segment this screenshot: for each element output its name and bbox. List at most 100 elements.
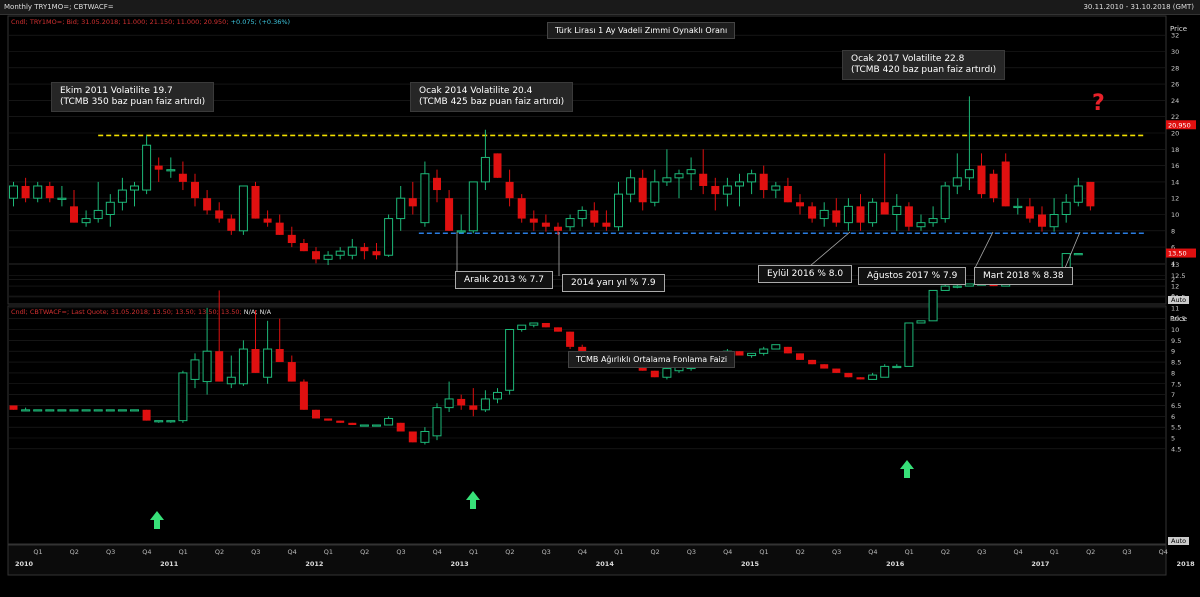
- candle-body-up: [45, 409, 55, 412]
- quarter-label: Q3: [832, 548, 841, 556]
- quarter-label: Q1: [33, 548, 42, 556]
- candle-body-down: [445, 198, 454, 231]
- candle-body-down: [699, 173, 708, 186]
- candle-body-down: [880, 202, 889, 215]
- candle-body-up: [130, 185, 139, 191]
- low-aug-2017: Ağustos 2017 % 7.9: [858, 267, 967, 285]
- candle-body-up: [771, 344, 781, 350]
- candle-body-up: [166, 420, 176, 423]
- candle-body-up: [1049, 214, 1059, 228]
- quarter-label: Q2: [1086, 548, 1095, 556]
- candle-body-down: [1038, 214, 1046, 227]
- quarter-label: Q2: [70, 548, 79, 556]
- y-tick-label: 22: [1171, 113, 1179, 121]
- candle-body-up: [928, 218, 938, 224]
- candle-body-up: [952, 177, 962, 187]
- candle-body-down: [832, 368, 841, 373]
- candle-body-up: [759, 348, 769, 354]
- x-axis: Q1 Q2 Q3 Q4 Q1 Q2 Q3 Q4 Q1 Q2 Q3 Q4 Q1 Q2 Q3 Q4 Q1 Q2 Q3 Q4…: [7, 544, 1195, 576]
- quarter-label: Q2: [796, 548, 805, 556]
- year-label: 2012: [305, 560, 323, 568]
- candle-body-up: [505, 329, 515, 391]
- annotation-line1: Ocak 2014 Volatilite 20.4: [419, 86, 533, 96]
- bottom-quote-suffix: N/A; N/A: [243, 308, 272, 316]
- quarter-label: Q3: [1122, 548, 1131, 556]
- candle-body-up: [662, 368, 672, 378]
- candle-body-up: [1061, 201, 1071, 215]
- candle-body-up: [384, 218, 394, 256]
- candle-body-up: [964, 283, 974, 287]
- candle-body-up: [916, 222, 926, 228]
- y-tick-label: 9.5: [1171, 337, 1181, 345]
- candle-body-up: [940, 285, 950, 291]
- candle-body-up: [93, 409, 103, 412]
- bottom-auto-scale-button[interactable]: Auto: [1168, 537, 1190, 545]
- candle-body-up: [33, 409, 43, 412]
- quarter-label: Q2: [650, 548, 659, 556]
- candle-body-up: [33, 185, 43, 199]
- candle-body-down: [796, 353, 804, 360]
- y-tick-label: 30: [1171, 48, 1179, 56]
- quarter-label: Q1: [469, 548, 478, 556]
- candle-body-up: [614, 193, 623, 228]
- candle-body-up: [892, 205, 902, 216]
- annotation-line2: (TCMB 420 baz puan faiz artırdı): [851, 65, 997, 75]
- candle-body-up: [880, 365, 890, 378]
- candle-body-up: [57, 197, 67, 200]
- bottom-quote-line: Cndl; CBTWACF=; Last Quote; 31.05.2018; …: [11, 308, 271, 316]
- top-quote-change: +0.075; (+0.36%): [230, 18, 291, 26]
- candle-body-up: [9, 185, 18, 199]
- y-tick-label: 7: [1171, 391, 1175, 399]
- candle-body-down: [820, 364, 829, 369]
- low-dec-2013: Aralık 2013 % 7.7: [455, 271, 553, 289]
- y-tick-label: 6: [1171, 413, 1175, 421]
- top-y-axis: Price0246810121416182022242628303220.950: [1166, 25, 1196, 301]
- top-auto-scale-button[interactable]: Auto: [1168, 296, 1190, 304]
- year-label: 2017: [1031, 560, 1049, 568]
- bottom-plot-area: [7, 305, 1167, 545]
- y-tick-label: 18: [1171, 146, 1179, 154]
- candle-body-down: [227, 218, 236, 231]
- y-tick-label: 8: [1171, 369, 1175, 377]
- candle-body-up: [843, 205, 853, 224]
- candle-body-up: [964, 169, 974, 179]
- candle-body-down: [287, 234, 296, 244]
- y-tick-label: 12.5: [1171, 272, 1185, 280]
- annotation-jan-2017: Ocak 2017 Volatilite 22.8 (TCMB 420 baz …: [842, 50, 1006, 80]
- candle-body-down: [493, 153, 502, 178]
- y-tick-label: 4.5: [1171, 445, 1181, 453]
- year-label: 2013: [451, 560, 469, 568]
- candle-body-up: [57, 409, 67, 412]
- candle-body-down: [783, 346, 792, 354]
- y-tick-label: 26: [1171, 81, 1179, 89]
- candle-body-up: [517, 324, 527, 331]
- candle-body-down: [505, 181, 514, 199]
- y-tick-label: 8: [1171, 227, 1175, 235]
- candle-body-down: [602, 222, 611, 227]
- quarter-label: Q1: [1050, 548, 1059, 556]
- quarter-label: Q1: [614, 548, 623, 556]
- candle-body-up: [674, 173, 684, 179]
- candle-body-down: [336, 420, 345, 423]
- candle-body-down: [312, 251, 320, 260]
- y-tick-label: 32: [1171, 32, 1179, 40]
- candle-body-down: [299, 381, 308, 410]
- candle-body-down: [408, 431, 417, 443]
- candle-body-down: [154, 165, 163, 170]
- candle-body-up: [178, 372, 188, 422]
- year-label: 2011: [160, 560, 179, 568]
- candle-body-down: [529, 218, 538, 223]
- quarter-label: Q2: [505, 548, 514, 556]
- candle-body-up: [771, 185, 781, 191]
- y-tick-label: 11: [1171, 304, 1179, 312]
- candle-body-up: [1073, 253, 1083, 256]
- candle-body-down: [796, 202, 804, 207]
- candle-body-down: [70, 206, 78, 223]
- candle-body-down: [904, 206, 913, 227]
- quarter-label: Q1: [324, 548, 333, 556]
- bottom-quote-prefix: Cndl; CBTWACF=; Last Quote; 31.05.2018; …: [11, 308, 242, 316]
- candle-body-up: [928, 289, 938, 322]
- y-tick-label: 12: [1171, 195, 1179, 203]
- candle-body-down: [638, 177, 647, 203]
- candle-body-up: [819, 209, 829, 220]
